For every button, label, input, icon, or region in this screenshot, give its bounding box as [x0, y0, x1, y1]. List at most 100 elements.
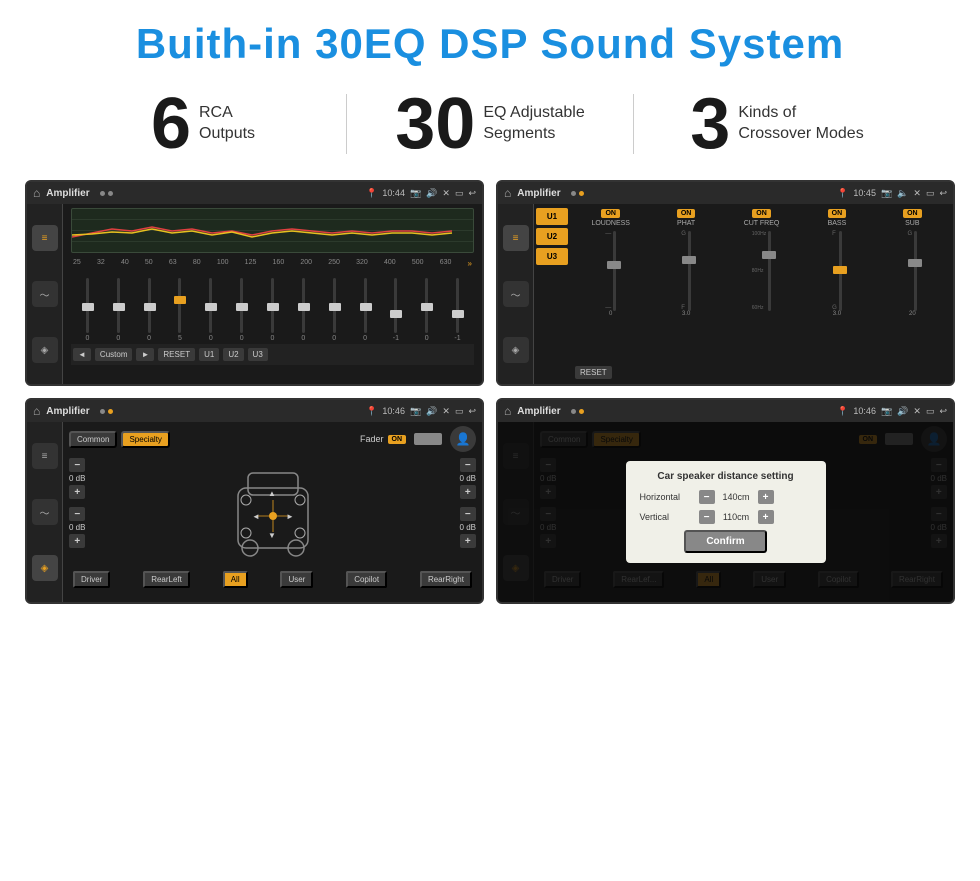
window-icon[interactable]: ▭ — [455, 188, 464, 199]
vol-br-minus[interactable]: − — [460, 507, 476, 521]
specialty-tab[interactable]: Specialty — [121, 431, 169, 448]
stat-text-rca: RCA Outputs — [199, 103, 255, 145]
u3-preset[interactable]: U3 — [536, 248, 568, 265]
prev-button[interactable]: ◄ — [73, 348, 91, 361]
u2-preset[interactable]: U2 — [536, 228, 568, 245]
window-icon-4[interactable]: ▭ — [926, 406, 935, 417]
wave-icon[interactable]: 〜 — [32, 281, 58, 307]
home-icon-3[interactable]: ⌂ — [33, 404, 40, 418]
eq-icon[interactable]: ≡ — [32, 225, 58, 251]
vol-tr-plus[interactable]: + — [460, 485, 476, 499]
screen3-fader: ⌂ Amplifier 📍 10:46 📷 🔊 ✕ ▭ ↩ ≡ 〜 ◈ — [25, 398, 484, 604]
bass-slider[interactable] — [833, 266, 847, 274]
vertical-plus[interactable]: + — [758, 510, 774, 524]
window-icon-3[interactable]: ▭ — [455, 406, 464, 417]
status-dots — [100, 191, 113, 196]
screen3-fader-content: Common Specialty Fader ON 👤 − 0 — [63, 422, 482, 602]
camera-icon-4: 📷 — [881, 406, 892, 417]
vol-tr: − 0 dB + — [460, 458, 476, 499]
slider-5: 0 — [196, 278, 225, 342]
location-icon: 📍 — [366, 188, 377, 199]
u1-button[interactable]: U1 — [199, 348, 219, 361]
vol-br-plus[interactable]: + — [460, 534, 476, 548]
back-icon[interactable]: ↩ — [468, 188, 476, 199]
vertical-minus[interactable]: − — [699, 510, 715, 524]
close-icon[interactable]: ✕ — [442, 188, 450, 199]
dialog-title: Car speaker distance setting — [640, 471, 812, 482]
volume-icon-2: 🔈 — [897, 188, 908, 199]
eq-icon-3[interactable]: ≡ — [32, 443, 58, 469]
eq-graph — [71, 208, 474, 253]
stat-eq: 30 EQ Adjustable Segments — [347, 88, 633, 160]
close-icon-2[interactable]: ✕ — [913, 188, 921, 199]
fader-on-toggle[interactable]: ON — [388, 435, 407, 444]
svg-text:◄: ◄ — [252, 512, 260, 521]
right-vol-controls: − 0 dB + − 0 dB + — [460, 458, 476, 568]
dot1 — [100, 191, 105, 196]
u3-button[interactable]: U3 — [248, 348, 268, 361]
driver-btn[interactable]: Driver — [73, 571, 110, 588]
close-icon-3[interactable]: ✕ — [442, 406, 450, 417]
back-icon-4[interactable]: ↩ — [939, 406, 947, 417]
copilot-btn[interactable]: Copilot — [346, 571, 387, 588]
screen3-title: Amplifier — [46, 406, 89, 417]
status-dots-4 — [571, 409, 584, 414]
user-btn[interactable]: User — [280, 571, 313, 588]
horizontal-row: Horizontal − 140cm + — [640, 490, 812, 504]
custom-button[interactable]: Custom — [95, 348, 133, 361]
cutfreq-slider[interactable] — [762, 251, 776, 259]
sub-on[interactable]: ON — [903, 209, 922, 218]
vol-tr-minus[interactable]: − — [460, 458, 476, 472]
common-tab[interactable]: Common — [69, 431, 117, 448]
svg-text:▼: ▼ — [268, 531, 276, 540]
wave-icon-2[interactable]: 〜 — [503, 281, 529, 307]
play-button[interactable]: ► — [136, 348, 154, 361]
phat-on[interactable]: ON — [677, 209, 696, 218]
vol-tl-minus[interactable]: − — [69, 458, 85, 472]
left-vol-controls: − 0 dB + − 0 dB + — [69, 458, 85, 568]
screen1-title: Amplifier — [46, 188, 89, 199]
home-icon-4[interactable]: ⌂ — [504, 404, 511, 418]
speaker-icon-2[interactable]: ◈ — [503, 337, 529, 363]
eq-icon-2[interactable]: ≡ — [503, 225, 529, 251]
speaker-icon[interactable]: ◈ — [32, 337, 58, 363]
back-icon-3[interactable]: ↩ — [468, 406, 476, 417]
u1-preset[interactable]: U1 — [536, 208, 568, 225]
horizontal-value: 140cm — [719, 492, 754, 502]
vertical-label: Vertical — [640, 512, 695, 522]
phat-slider[interactable] — [682, 256, 696, 264]
wave-icon-3[interactable]: 〜 — [32, 499, 58, 525]
back-icon-2[interactable]: ↩ — [939, 188, 947, 199]
vol-bl-minus[interactable]: − — [69, 507, 85, 521]
speaker-icon-3[interactable]: ◈ — [32, 555, 58, 581]
screen2-reset[interactable]: RESET — [575, 366, 612, 379]
vol-bl-plus[interactable]: + — [69, 534, 85, 548]
bass-on[interactable]: ON — [828, 209, 847, 218]
fader-slider[interactable] — [414, 433, 442, 445]
confirm-button[interactable]: Confirm — [684, 530, 766, 553]
vol-tl-plus[interactable]: + — [69, 485, 85, 499]
horizontal-plus[interactable]: + — [758, 490, 774, 504]
sub-slider[interactable] — [908, 259, 922, 267]
distance-dialog: Car speaker distance setting Horizontal … — [626, 461, 826, 563]
screen2-sidebar: ≡ 〜 ◈ — [498, 204, 534, 384]
loudness-on[interactable]: ON — [601, 209, 620, 218]
vertical-value: 110cm — [719, 512, 754, 522]
rearleft-btn[interactable]: RearLeft — [143, 571, 190, 588]
rearright-btn[interactable]: RearRight — [420, 571, 472, 588]
window-icon-2[interactable]: ▭ — [926, 188, 935, 199]
loudness-slider[interactable] — [607, 261, 621, 269]
reset-button[interactable]: RESET — [158, 348, 195, 361]
screen4-status-right: 📍 10:46 📷 🔊 ✕ ▭ ↩ — [837, 406, 947, 417]
vertical-row: Vertical − 110cm + — [640, 510, 812, 524]
home-icon[interactable]: ⌂ — [33, 186, 40, 200]
horizontal-minus[interactable]: − — [699, 490, 715, 504]
camera-icon: 📷 — [410, 188, 421, 199]
u2-button[interactable]: U2 — [223, 348, 243, 361]
user-icon[interactable]: 👤 — [450, 426, 476, 452]
slider-3: 0 — [135, 278, 164, 342]
home-icon-2[interactable]: ⌂ — [504, 186, 511, 200]
close-icon-4[interactable]: ✕ — [913, 406, 921, 417]
cutfreq-on[interactable]: ON — [752, 209, 771, 218]
all-btn[interactable]: All — [223, 571, 248, 588]
